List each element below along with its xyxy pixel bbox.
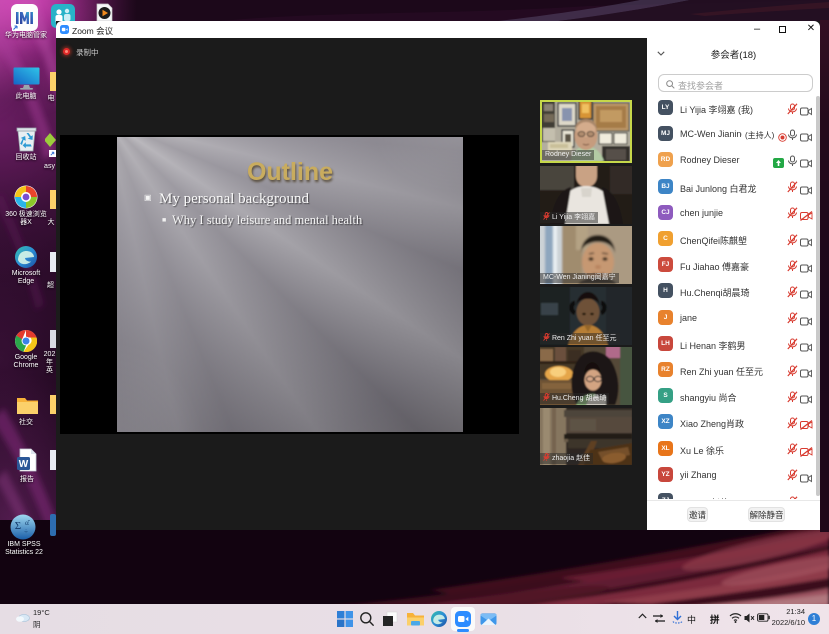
svg-text:Σ: Σ (15, 520, 21, 532)
svg-text:÷: ÷ (24, 528, 28, 536)
svg-text:W: W (19, 459, 29, 470)
